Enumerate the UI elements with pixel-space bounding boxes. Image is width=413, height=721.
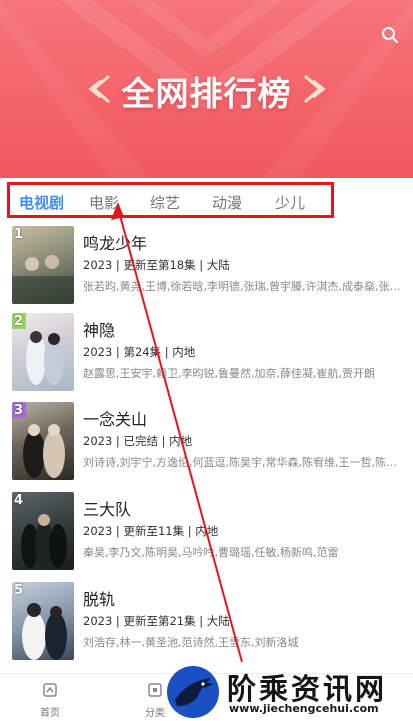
- title-wrap: 全网排行榜: [0, 66, 413, 116]
- rank-number: 4: [14, 493, 24, 508]
- tab-tv[interactable]: 电视剧: [19, 192, 64, 213]
- show-title: 一念关山: [83, 410, 148, 429]
- poster-image: 5: [12, 582, 74, 660]
- rank-number: 1: [14, 227, 24, 242]
- tab-variety[interactable]: 综艺: [150, 192, 180, 213]
- list-item[interactable]: 3 一念关山 2023 | 已完结 | 内地 刘诗诗,刘宇宁,方逸伦,何蓝逗,陈…: [0, 402, 413, 492]
- show-title: 三大队: [83, 500, 132, 519]
- category-tabs: 电视剧 电影 综艺 动漫 少儿: [0, 178, 413, 224]
- watermark-url: www.jiechengcehui.com: [229, 702, 379, 715]
- left-sparkle-icon: [86, 74, 112, 108]
- poster-image: 3: [12, 402, 74, 480]
- home-icon: [43, 683, 57, 697]
- poster-image: 1: [12, 226, 74, 304]
- rank-number: 2: [14, 314, 24, 329]
- search-button[interactable]: [377, 22, 403, 48]
- tab-kids[interactable]: 少儿: [275, 192, 305, 213]
- nav-home-label: 首页: [40, 708, 60, 719]
- show-meta: 2023 | 已完结 | 内地: [83, 434, 193, 448]
- poster-image: 2: [12, 313, 74, 391]
- bird-logo-icon: [167, 666, 219, 718]
- show-meta: 2023 | 更新至11集 | 内地: [83, 524, 219, 538]
- search-icon: [382, 27, 398, 43]
- show-meta: 2023 | 更新至第18集 | 大陆: [83, 258, 230, 272]
- show-cast: 秦昊,李乃文,陈明昊,马吟吟,曹璐瑶,任敏,杨新鸣,范雷: [83, 546, 339, 559]
- show-cast: 刘诗诗,刘宇宁,方逸伦,何蓝逗,陈昊宇,常华森,陈宥维,王一哲,陈都...: [83, 456, 405, 469]
- right-sparkle-icon: [302, 74, 328, 108]
- list-item[interactable]: 2 神隐 2023 | 第24集 | 内地 赵露思,王安宇,赖卫,李昀锐,鲁曼然…: [0, 313, 413, 403]
- show-cast: 赵露思,王安宇,赖卫,李昀锐,鲁曼然,加奈,薛佳凝,崔航,贾开朗: [83, 367, 375, 380]
- poster-image: 4: [12, 492, 74, 570]
- tab-anime[interactable]: 动漫: [212, 192, 242, 213]
- show-title: 鸣龙少年: [83, 234, 148, 253]
- show-meta: 2023 | 第24集 | 内地: [83, 345, 196, 359]
- show-meta: 2023 | 更新至第21集 | 大陆: [83, 614, 230, 628]
- nav-home[interactable]: 首页: [30, 682, 70, 719]
- show-cast: 张若昀,黄尧,王博,徐若晗,李明德,张瑞,曾宇滕,许淇杰,成泰燊,张艺...: [83, 280, 405, 293]
- list-item[interactable]: 4 三大队 2023 | 更新至11集 | 内地 秦昊,李乃文,陈明昊,马吟吟,…: [0, 492, 413, 582]
- header-banner: 全网排行榜: [0, 0, 413, 178]
- show-title: 神隐: [83, 321, 116, 340]
- page-title: 全网排行榜: [121, 74, 292, 113]
- watermark: 阶乘资讯网 www.jiechengcehui.com: [165, 664, 413, 720]
- rank-number: 3: [14, 403, 24, 418]
- rank-number: 5: [14, 583, 24, 598]
- show-cast: 刘浩存,林一,黄圣池,范诗然,王雪东,刘新洛城: [83, 636, 299, 649]
- category-icon: [148, 683, 162, 697]
- list-item[interactable]: 1 鸣龙少年 2023 | 更新至第18集 | 大陆 张若昀,黄尧,王博,徐若晗…: [0, 226, 413, 316]
- list-item[interactable]: 5 脱轨 2023 | 更新至第21集 | 大陆 刘浩存,林一,黄圣池,范诗然,…: [0, 582, 413, 672]
- tab-movie[interactable]: 电影: [89, 192, 119, 213]
- show-title: 脱轨: [83, 590, 116, 609]
